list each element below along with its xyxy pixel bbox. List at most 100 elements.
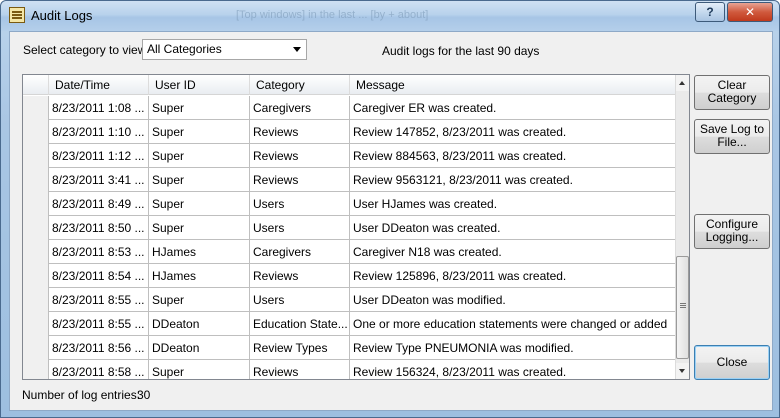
close-window-button[interactable]: ✕ bbox=[727, 2, 773, 22]
row-selector[interactable] bbox=[23, 192, 49, 216]
date-cell: 8/23/2011 3:41 ... bbox=[49, 168, 149, 192]
table-row[interactable]: 8/23/2011 1:12 ... Super Reviews Review 884… bbox=[23, 144, 677, 168]
date-cell: 8/23/2011 8:49 ... bbox=[49, 192, 149, 216]
table-row[interactable]: 8/23/2011 1:08 ... Super Caregivers Caregiv… bbox=[23, 96, 677, 120]
category-select-value: All Categories bbox=[147, 42, 222, 56]
category-cell: Education State... bbox=[250, 312, 350, 336]
scroll-thumb[interactable] bbox=[676, 256, 689, 359]
date-cell: 8/23/2011 8:55 ... bbox=[49, 288, 149, 312]
table-row[interactable]: 8/23/2011 1:10 ... Super Reviews Review 147… bbox=[23, 120, 677, 144]
user-cell: DDeaton bbox=[149, 312, 250, 336]
date-cell: 8/23/2011 8:56 ... bbox=[49, 336, 149, 360]
row-selector-header bbox=[23, 75, 49, 95]
grid-header: Date/Time User ID Category Message bbox=[23, 75, 677, 95]
row-selector[interactable] bbox=[23, 264, 49, 288]
clear-category-button[interactable]: Clear Category bbox=[694, 75, 770, 110]
table-row[interactable]: 8/23/2011 3:41 ... Super Reviews Review 956… bbox=[23, 168, 677, 192]
row-selector[interactable] bbox=[23, 144, 49, 168]
table-row[interactable]: 8/23/2011 8:54 ... HJames Reviews Review 12… bbox=[23, 264, 677, 288]
dropdown-arrow-icon[interactable] bbox=[293, 47, 301, 52]
table-row[interactable]: 8/23/2011 8:58 ... Super Reviews Review 156… bbox=[23, 360, 677, 379]
message-cell: Review 125896, 8/23/2011 was created. bbox=[353, 269, 567, 283]
category-cell: Review Types bbox=[250, 336, 350, 360]
row-selector[interactable] bbox=[23, 240, 49, 264]
category-cell: Users bbox=[250, 216, 350, 240]
date-cell: 8/23/2011 1:10 ... bbox=[49, 120, 149, 144]
message-cell: Review Type PNEUMONIA was modified. bbox=[353, 341, 574, 355]
row-selector[interactable] bbox=[23, 312, 49, 336]
category-cell: Users bbox=[250, 288, 350, 312]
row-selector[interactable] bbox=[23, 96, 49, 120]
user-cell: Super bbox=[149, 216, 250, 240]
message-cell: User DDeaton was created. bbox=[353, 221, 501, 235]
category-cell: Reviews bbox=[250, 168, 350, 192]
table-row[interactable]: 8/23/2011 8:53 ... HJames Caregivers Caregi… bbox=[23, 240, 677, 264]
row-selector[interactable] bbox=[23, 288, 49, 312]
scroll-down-button[interactable] bbox=[676, 363, 689, 379]
date-cell: 8/23/2011 8:54 ... bbox=[49, 264, 149, 288]
column-header-date[interactable]: Date/Time bbox=[49, 75, 149, 95]
audit-logs-window: Audit Logs [Top windows] in the last ...… bbox=[0, 0, 780, 418]
configure-logging-button[interactable]: Configure Logging... bbox=[694, 214, 770, 249]
message-cell: Review 156324, 8/23/2011 was created. bbox=[353, 365, 567, 379]
category-cell: Reviews bbox=[250, 360, 350, 379]
row-selector[interactable] bbox=[23, 360, 49, 379]
date-cell: 8/23/2011 8:55 ... bbox=[49, 312, 149, 336]
user-cell: HJames bbox=[149, 264, 250, 288]
message-cell: User HJames was created. bbox=[353, 197, 498, 211]
log-entries-label: Number of log entries: bbox=[22, 388, 141, 402]
user-cell: Super bbox=[149, 288, 250, 312]
close-button[interactable]: Close bbox=[694, 345, 770, 380]
column-header-message[interactable]: Message bbox=[350, 75, 677, 95]
scroll-down-arrow-icon bbox=[679, 369, 685, 373]
date-cell: 8/23/2011 1:08 ... bbox=[49, 96, 149, 120]
log-entries-count: 30 bbox=[137, 388, 151, 402]
audit-log-grid[interactable]: Date/Time User ID Category Message 8/23/… bbox=[22, 74, 690, 380]
category-cell: Reviews bbox=[250, 144, 350, 168]
background-window-title: [Top windows] in the last ... [by + abou… bbox=[236, 9, 429, 21]
save-log-button[interactable]: Save Log to File... bbox=[694, 119, 770, 154]
vertical-scrollbar[interactable] bbox=[675, 75, 689, 379]
table-row[interactable]: 8/23/2011 8:49 ... Super Users User HJames … bbox=[23, 192, 677, 216]
scroll-up-arrow-icon bbox=[679, 81, 685, 85]
message-cell: Review 884563, 8/23/2011 was created. bbox=[353, 149, 567, 163]
configure-logging-label-line2: Logging... bbox=[705, 230, 759, 244]
clear-category-label-line2: Category bbox=[707, 91, 757, 105]
audit-period-note: Audit logs for the last 90 days bbox=[382, 44, 540, 58]
table-row[interactable]: 8/23/2011 8:55 ... DDeaton Education State… bbox=[23, 312, 677, 336]
table-row[interactable]: 8/23/2011 8:55 ... Super Users User DDeaton… bbox=[23, 288, 677, 312]
date-cell: 8/23/2011 8:50 ... bbox=[49, 216, 149, 240]
row-selector[interactable] bbox=[23, 336, 49, 360]
message-cell: One or more education statements were ch… bbox=[353, 317, 668, 331]
user-cell: Super bbox=[149, 192, 250, 216]
window-title: Audit Logs bbox=[31, 8, 93, 23]
dialog-body: Select category to view: All Categories … bbox=[9, 31, 773, 411]
category-select[interactable]: All Categories bbox=[142, 39, 307, 60]
message-cell: Review 147852, 8/23/2011 was created. bbox=[353, 125, 567, 139]
category-cell: Caregivers bbox=[250, 96, 350, 120]
category-cell: Caregivers bbox=[250, 240, 350, 264]
category-cell: Users bbox=[250, 192, 350, 216]
row-selector[interactable] bbox=[23, 120, 49, 144]
title-bar[interactable]: Audit Logs [Top windows] in the last ...… bbox=[1, 1, 779, 31]
scroll-up-button[interactable] bbox=[676, 75, 689, 91]
row-selector[interactable] bbox=[23, 216, 49, 240]
column-header-user[interactable]: User ID bbox=[149, 75, 250, 95]
help-button[interactable]: ? bbox=[695, 2, 725, 22]
message-cell: User DDeaton was modified. bbox=[353, 293, 506, 307]
message-cell: Caregiver ER was created. bbox=[353, 101, 497, 115]
column-header-category[interactable]: Category bbox=[250, 75, 350, 95]
table-row[interactable]: 8/23/2011 8:50 ... Super Users User DDeaton… bbox=[23, 216, 677, 240]
date-cell: 8/23/2011 8:53 ... bbox=[49, 240, 149, 264]
row-selector[interactable] bbox=[23, 168, 49, 192]
user-cell: HJames bbox=[149, 240, 250, 264]
date-cell: 8/23/2011 1:12 ... bbox=[49, 144, 149, 168]
user-cell: DDeaton bbox=[149, 336, 250, 360]
message-cell: Review 9563121, 8/23/2011 was created. bbox=[353, 173, 573, 187]
table-row[interactable]: 8/23/2011 8:56 ... DDeaton Review Types Rev… bbox=[23, 336, 677, 360]
user-cell: Super bbox=[149, 144, 250, 168]
user-cell: Super bbox=[149, 120, 250, 144]
grip-icon bbox=[680, 303, 686, 304]
user-cell: Super bbox=[149, 360, 250, 379]
category-filter-label: Select category to view: bbox=[23, 43, 150, 57]
